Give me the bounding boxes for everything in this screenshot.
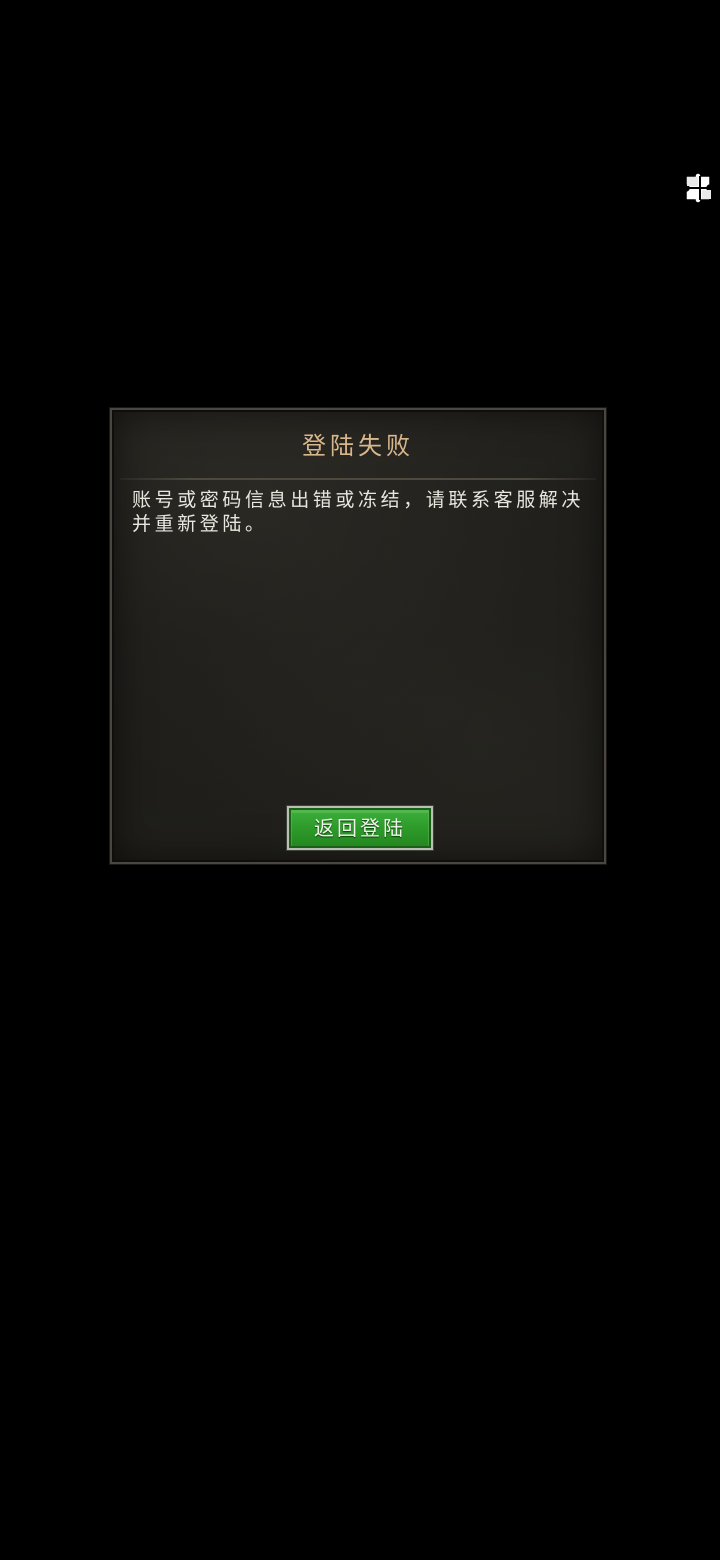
screen: 登陆失败 账号或密码信息出错或冻结，请联系客服解决并重新登陆。 返回登陆: [0, 0, 720, 1560]
title-divider: [120, 478, 596, 480]
dialog-title: 登陆失败: [302, 432, 414, 460]
puzzle-icon[interactable]: [682, 170, 718, 206]
return-to-login-button[interactable]: 返回登陆: [286, 805, 434, 851]
login-failed-dialog: 登陆失败 账号或密码信息出错或冻结，请联系客服解决并重新登陆。 返回登陆: [109, 407, 607, 865]
dialog-message: 账号或密码信息出错或冻结，请联系客服解决并重新登陆。: [132, 489, 585, 535]
